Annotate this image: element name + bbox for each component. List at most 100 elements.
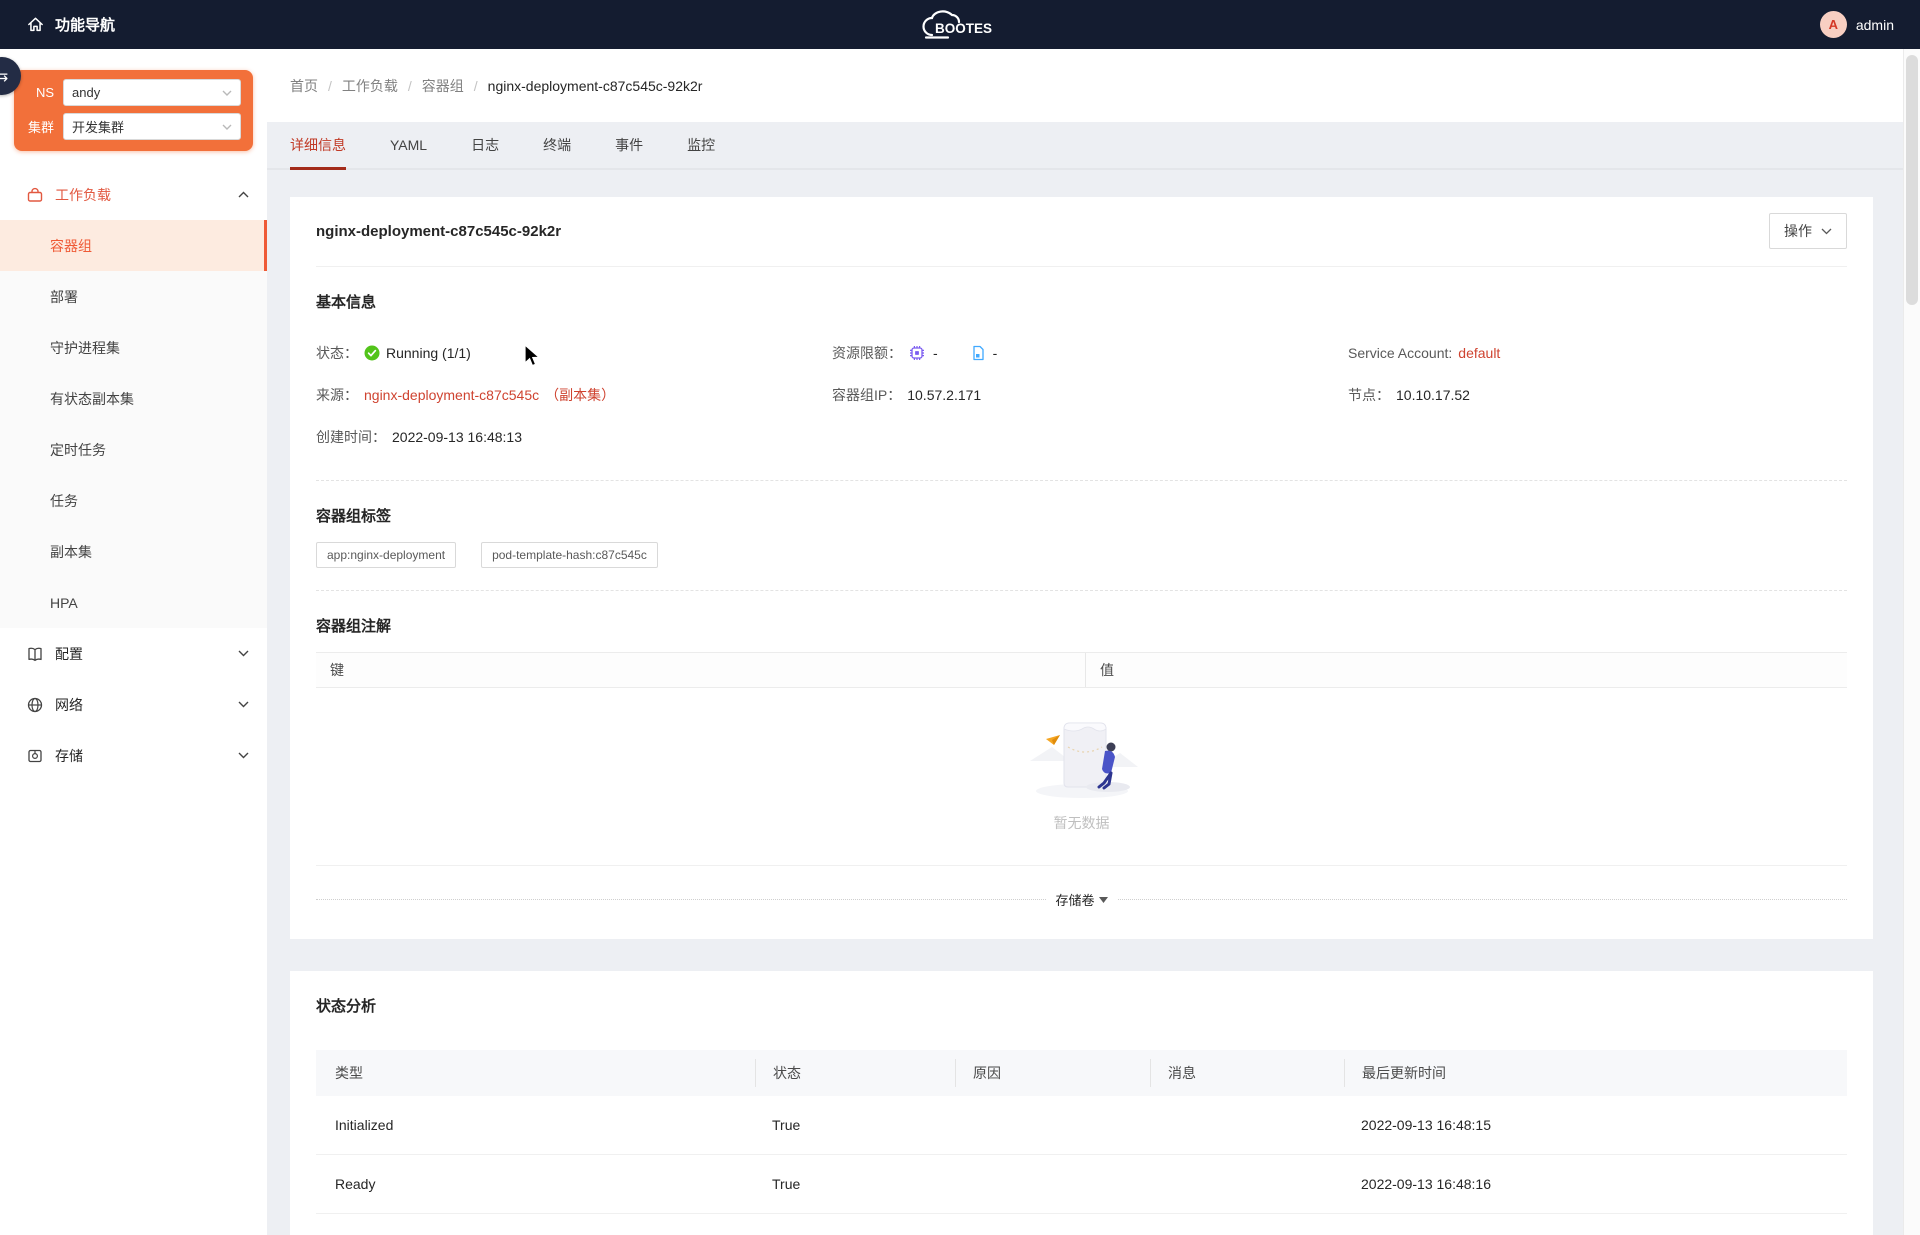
quota-mem-value: - xyxy=(993,345,998,361)
pod-labels-heading: 容器组标签 xyxy=(316,505,1847,526)
sidebar-item-network[interactable]: 网络 xyxy=(0,679,267,730)
pod-labels: app:nginx-deployment pod-template-hash:c… xyxy=(316,542,1847,568)
caret-down-icon xyxy=(1099,897,1108,903)
user-menu[interactable]: A admin xyxy=(1820,11,1894,38)
globe-icon xyxy=(26,696,44,714)
status-analysis-card: 状态分析 类型 状态 原因 消息 最后更新时间 Initialized True xyxy=(290,971,1873,1235)
col-status: 状态 xyxy=(755,1059,955,1087)
quota-cpu-value: - xyxy=(933,345,938,361)
breadcrumb-pods[interactable]: 容器组 xyxy=(422,76,464,96)
sidebar-item-daemonsets[interactable]: 守护进程集 xyxy=(0,322,267,373)
main-content: 首页 / 工作负载 / 容器组 / nginx-deployment-c87c5… xyxy=(267,49,1920,1235)
status-label: 状态： xyxy=(316,343,358,363)
sidebar-item-workload[interactable]: 工作负载 xyxy=(0,169,267,220)
pod-ip-label: 容器组IP： xyxy=(832,385,901,405)
source-label: 来源： xyxy=(316,385,358,405)
sidebar-item-jobs[interactable]: 任务 xyxy=(0,475,267,526)
basic-info-heading: 基本信息 xyxy=(316,291,1847,312)
swap-arrows-icon: ⇆ xyxy=(0,67,8,85)
nav-label: 功能导航 xyxy=(55,14,115,35)
volumes-toggle[interactable]: 存储卷 xyxy=(316,890,1847,909)
briefcase-icon xyxy=(26,186,44,204)
chevron-down-icon xyxy=(238,650,249,657)
scrollbar-thumb[interactable] xyxy=(1906,55,1918,305)
status-value: Running (1/1) xyxy=(386,345,471,361)
annotations-value-header: 值 xyxy=(1085,653,1847,687)
section-divider xyxy=(316,480,1847,481)
ns-label: NS xyxy=(24,85,54,100)
sidebar-item-storage[interactable]: 存储 xyxy=(0,730,267,781)
col-updated: 最后更新时间 xyxy=(1344,1059,1847,1087)
home-icon xyxy=(26,15,45,34)
basic-info-grid: 状态： Running (1/1) 资源限额： - xyxy=(316,332,1847,458)
namespace-select[interactable]: andy xyxy=(63,79,241,106)
chevron-down-icon xyxy=(222,124,232,130)
annotations-key-header: 键 xyxy=(316,653,1085,687)
cluster-select[interactable]: 开发集群 xyxy=(63,113,241,140)
sidebar-item-replicasets[interactable]: 副本集 xyxy=(0,526,267,577)
tab-logs[interactable]: 日志 xyxy=(471,123,499,170)
table-row: Initialized True 2022-09-13 16:48:15 xyxy=(316,1096,1847,1155)
quota-label: 资源限额： xyxy=(832,343,902,363)
avatar: A xyxy=(1820,11,1847,38)
table-row: Ready True 2022-09-13 16:48:16 xyxy=(316,1155,1847,1214)
username: admin xyxy=(1856,17,1894,33)
breadcrumb-home[interactable]: 首页 xyxy=(290,76,318,96)
status-analysis-heading: 状态分析 xyxy=(316,995,1847,1016)
tab-details[interactable]: 详细信息 xyxy=(290,123,346,170)
memory-icon xyxy=(970,345,986,361)
vertical-scrollbar xyxy=(1903,49,1920,1235)
created-label: 创建时间： xyxy=(316,427,386,447)
annotations-empty-state: 暂无数据 xyxy=(316,688,1847,866)
pod-annotations-heading: 容器组注解 xyxy=(316,615,1847,636)
chevron-down-icon xyxy=(238,752,249,759)
namespace-cluster-box: NS andy 集群 开发集群 xyxy=(14,70,253,151)
source-link[interactable]: nginx-deployment-c87c545c xyxy=(364,387,539,403)
label-tag: pod-template-hash:c87c545c xyxy=(481,542,658,568)
cpu-icon xyxy=(908,344,926,362)
tab-yaml[interactable]: YAML xyxy=(390,123,427,170)
chevron-down-icon xyxy=(222,90,232,96)
tab-monitoring[interactable]: 监控 xyxy=(687,123,715,170)
chevron-up-icon xyxy=(238,191,249,198)
empty-illustration xyxy=(1012,721,1152,803)
source-kind: （副本集） xyxy=(545,385,615,405)
function-nav[interactable]: 功能导航 xyxy=(26,14,115,35)
node-label: 节点： xyxy=(1348,385,1390,405)
sidebar-item-statefulsets[interactable]: 有状态副本集 xyxy=(0,373,267,424)
status-running-icon xyxy=(364,345,380,361)
page-title: nginx-deployment-c87c545c-92k2r xyxy=(316,223,561,240)
detail-card: nginx-deployment-c87c545c-92k2r 操作 基本信息 … xyxy=(290,197,1873,939)
tab-terminal[interactable]: 终端 xyxy=(543,123,571,170)
bootes-logo: BOOTES xyxy=(914,8,1006,42)
col-message: 消息 xyxy=(1150,1059,1344,1087)
sidebar-menu: 工作负载 容器组 部署 守护进程集 有状态副本集 定时任务 任务 副本集 HPA… xyxy=(0,169,267,781)
col-reason: 原因 xyxy=(955,1059,1150,1087)
tab-events[interactable]: 事件 xyxy=(615,123,643,170)
book-icon xyxy=(26,645,44,663)
pod-ip-value: 10.57.2.171 xyxy=(907,387,981,403)
sidebar: ⇆ NS andy 集群 开发集群 xyxy=(0,49,267,1235)
empty-text: 暂无数据 xyxy=(1054,813,1110,833)
top-header: 功能导航 BOOTES A admin xyxy=(0,0,1920,49)
sidebar-item-hpa[interactable]: HPA xyxy=(0,577,267,628)
svg-text:BOOTES: BOOTES xyxy=(935,21,992,36)
sidebar-item-deployments[interactable]: 部署 xyxy=(0,271,267,322)
created-value: 2022-09-13 16:48:13 xyxy=(392,429,522,445)
service-account-label: Service Account: xyxy=(1348,345,1452,361)
section-divider xyxy=(316,590,1847,591)
sidebar-item-cronjobs[interactable]: 定时任务 xyxy=(0,424,267,475)
service-account-link[interactable]: default xyxy=(1458,345,1500,361)
breadcrumb-workload[interactable]: 工作负载 xyxy=(342,76,398,96)
actions-button[interactable]: 操作 xyxy=(1769,213,1847,249)
sidebar-item-pods[interactable]: 容器组 xyxy=(0,220,267,271)
chevron-down-icon xyxy=(238,701,249,708)
status-analysis-table: 类型 状态 原因 消息 最后更新时间 Initialized True 2022… xyxy=(316,1050,1847,1214)
label-tag: app:nginx-deployment xyxy=(316,542,456,568)
breadcrumb: 首页 / 工作负载 / 容器组 / nginx-deployment-c87c5… xyxy=(267,49,1920,122)
chevron-down-icon xyxy=(1821,228,1832,235)
sidebar-item-config[interactable]: 配置 xyxy=(0,628,267,679)
cluster-label: 集群 xyxy=(24,117,54,136)
tab-bar: 详细信息 YAML 日志 终端 事件 监控 xyxy=(267,123,1920,170)
workload-submenu: 容器组 部署 守护进程集 有状态副本集 定时任务 任务 副本集 HPA xyxy=(0,220,267,628)
